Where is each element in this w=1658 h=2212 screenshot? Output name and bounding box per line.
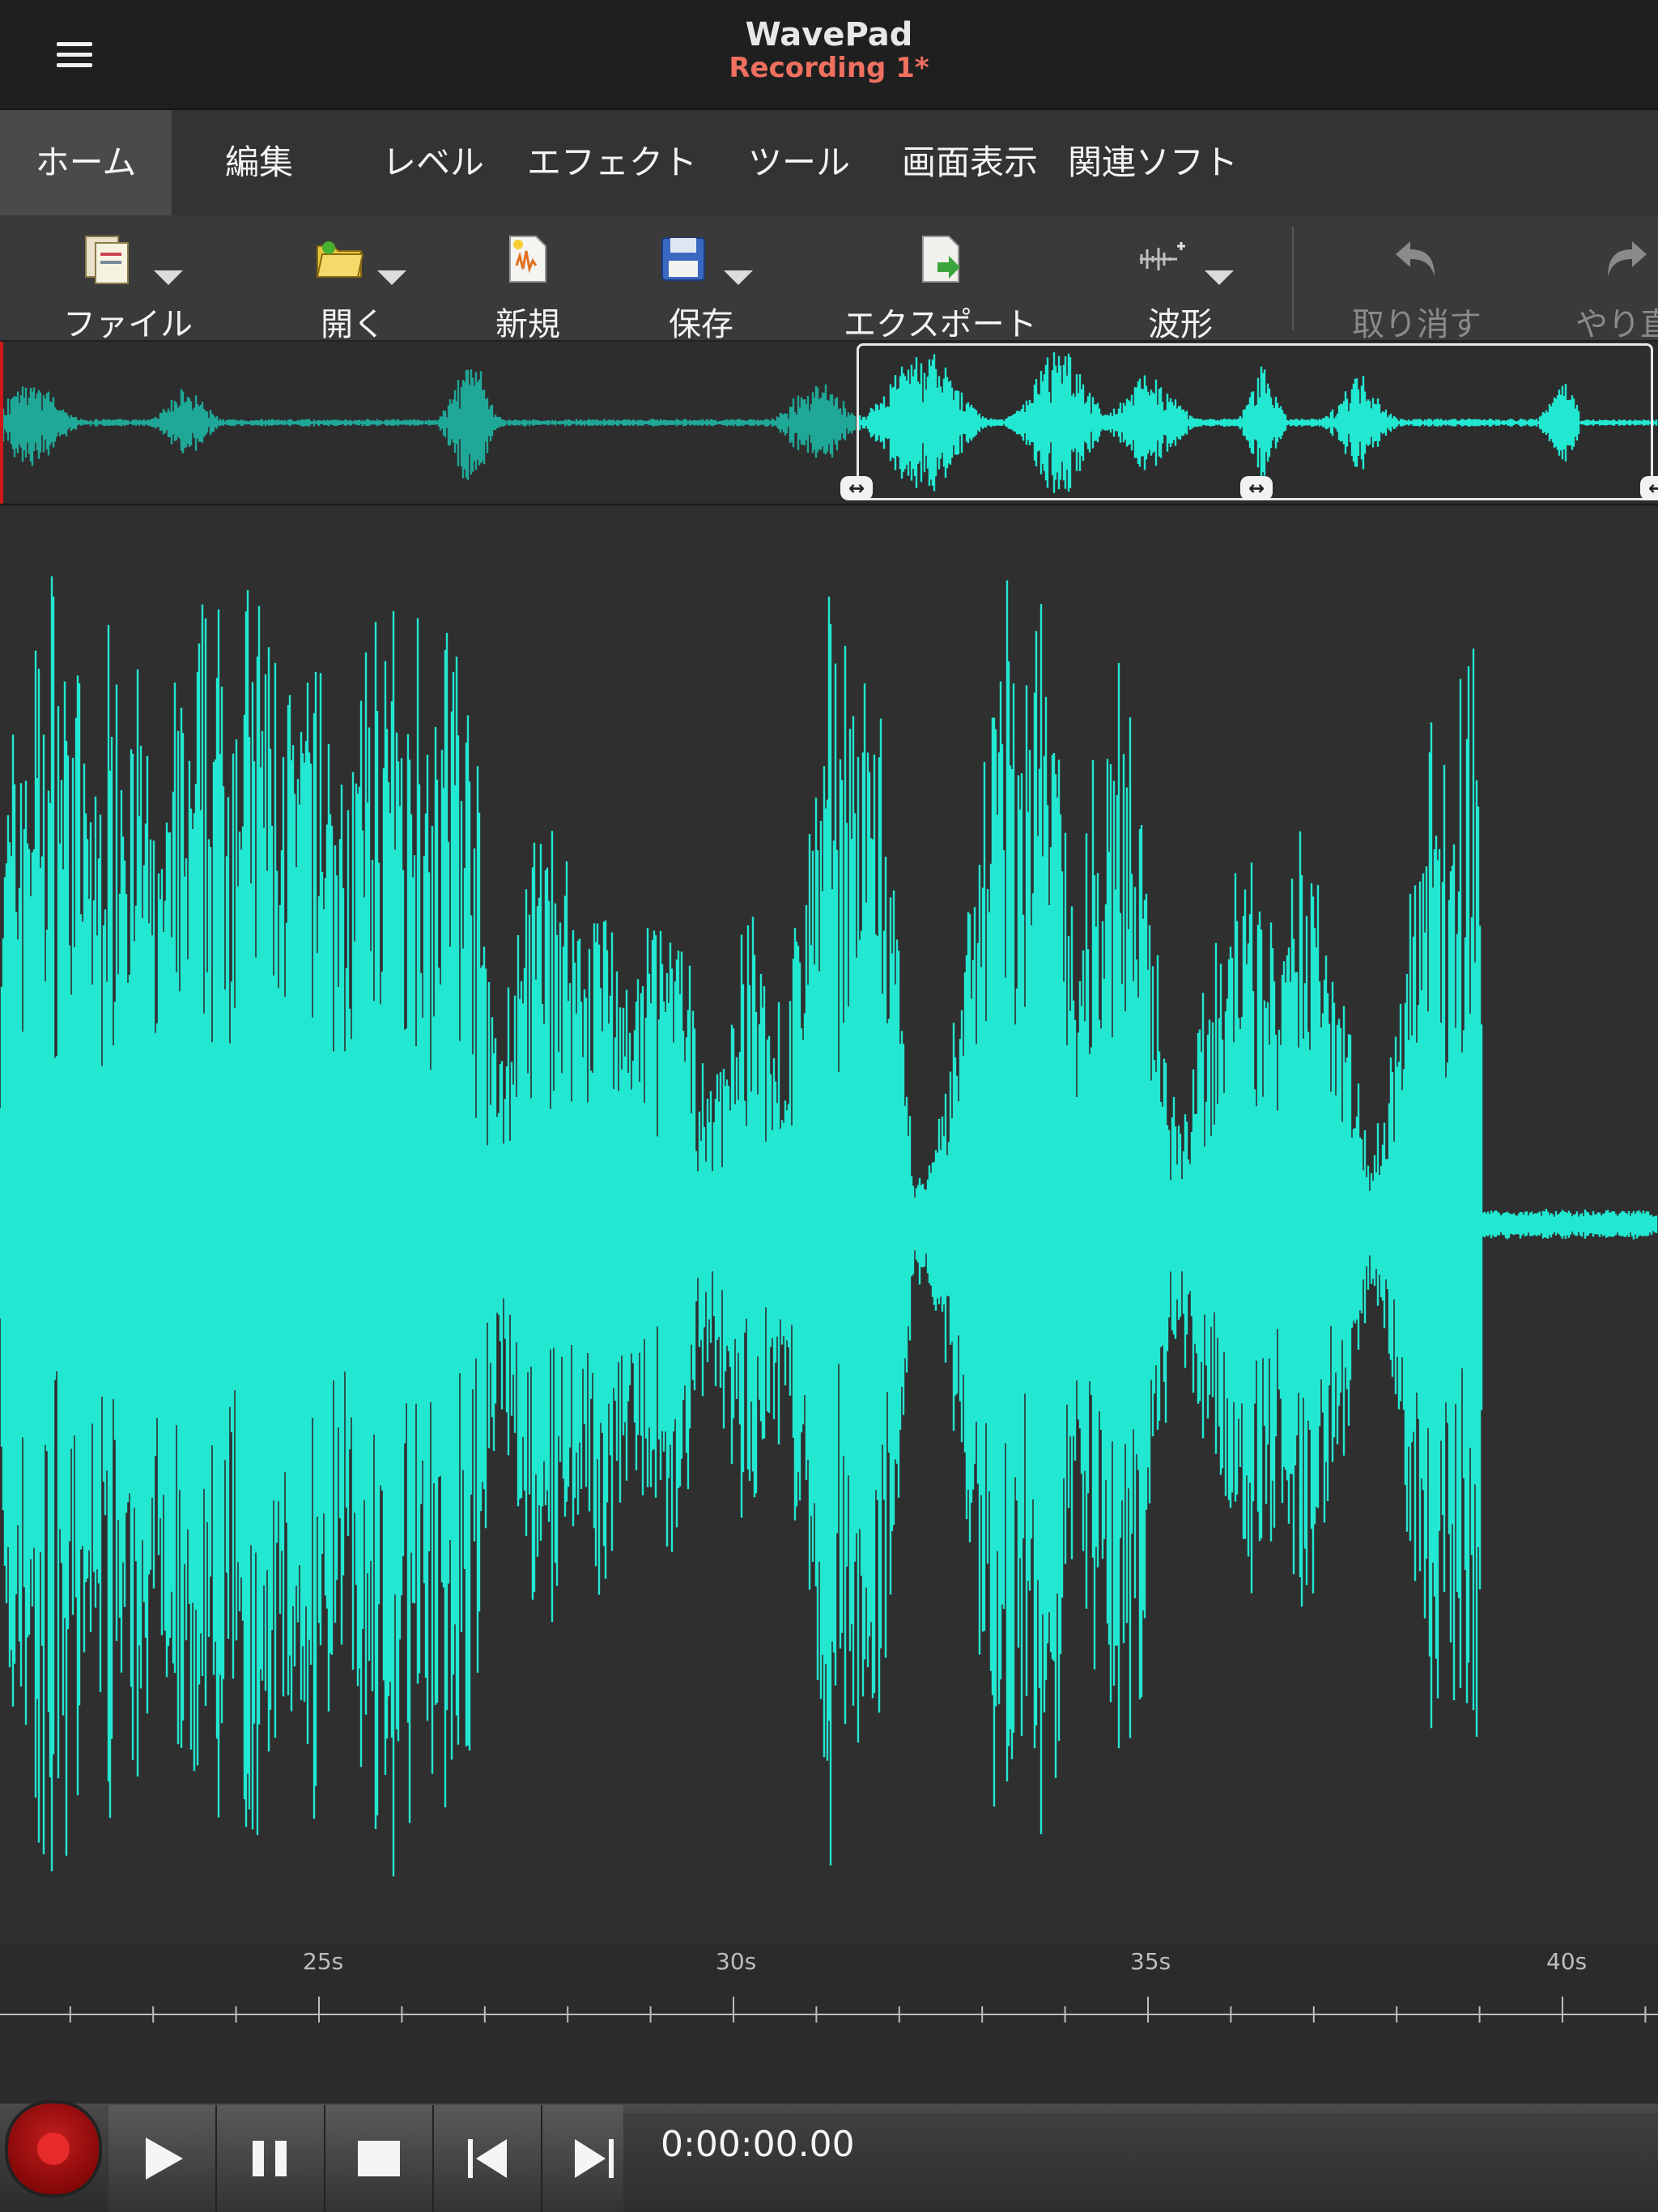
title-bar: WavePad Recording 1* [0,0,1658,110]
tab-view[interactable]: 画面表示 [897,110,1043,215]
redo-button[interactable]: やり直 [1575,215,1658,340]
file-icon [85,236,129,284]
undo-label: 取り消す [1352,306,1482,342]
range-end-handle-icon[interactable]: ↔ [1640,476,1658,500]
time-readout: 0:00:00.00 [661,2124,855,2165]
skip-to-start-button[interactable] [434,2105,542,2212]
record-button[interactable] [5,2100,102,2197]
toolbar-separator [1292,227,1294,330]
save-label: 保存 [669,306,733,342]
waveform-icon [1140,242,1185,270]
time-ruler[interactable] [0,1943,1658,2081]
toolbar: ファイル 開く 新規 保存 エクスポート 波形 取り消す やり [0,215,1658,342]
waveform-button[interactable]: 波形 [1133,215,1247,340]
save-disk-icon [661,237,705,281]
waveform-path [0,369,857,480]
pause-button[interactable] [217,2105,325,2212]
skip-to-end-button[interactable] [542,2105,623,2212]
ribbon-tabs: ホーム 編集 レベル エフェクト ツール 画面表示 関連ソフト [0,110,1658,215]
tab-levels[interactable]: レベル [372,110,494,215]
new-button[interactable]: 新規 [486,215,575,340]
open-button[interactable]: 開く [300,215,421,340]
pause-icon [253,2141,287,2176]
undo-icon [1396,241,1435,277]
new-file-icon [509,236,546,283]
save-button[interactable]: 保存 [656,215,769,340]
time-label-25s: 25s [303,1948,344,1975]
document-title: Recording 1* [729,52,929,84]
file-button[interactable]: ファイル [57,215,219,340]
tab-effects[interactable]: エフェクト [523,110,701,215]
waveform-label: 波形 [1148,306,1213,342]
tab-tools[interactable]: ツール [738,110,860,215]
stop-icon [358,2141,400,2176]
redo-icon [1608,241,1647,277]
redo-label: やり直 [1575,306,1658,342]
range-middle-handle-icon[interactable]: ↔ [1240,476,1273,500]
app-title: WavePad [745,16,913,53]
tab-related-software[interactable]: 関連ソフト [1062,110,1244,215]
file-label: ファイル [63,306,193,342]
undo-button[interactable]: 取り消す [1352,215,1498,340]
export-icon [922,236,960,283]
play-button[interactable] [108,2105,217,2212]
tab-edit[interactable]: 編集 [194,110,324,215]
new-label: 新規 [495,306,560,342]
chevron-down-icon[interactable] [154,270,183,285]
play-icon [146,2138,183,2180]
waveform-main-view[interactable] [0,507,1658,1943]
time-label-30s: 30s [716,1948,757,1975]
export-button[interactable]: エクスポート [842,215,1044,340]
chevron-down-icon[interactable] [724,270,753,285]
chevron-down-icon[interactable] [377,270,406,285]
skip-back-icon [468,2139,507,2178]
open-label: 開く [321,306,385,342]
export-label: エクスポート [844,306,1037,342]
chevron-down-icon[interactable] [1205,270,1234,285]
tab-home[interactable]: ホーム [0,110,172,215]
range-start-handle-icon[interactable]: ↔ [840,476,873,500]
skip-forward-icon [575,2139,614,2178]
time-label-40s: 40s [1546,1948,1588,1975]
open-folder-icon [316,241,364,278]
playhead-marker[interactable] [0,342,3,504]
waveform-path [0,576,1658,1877]
time-label-35s: 35s [1130,1948,1171,1975]
stop-button[interactable] [325,2105,434,2212]
